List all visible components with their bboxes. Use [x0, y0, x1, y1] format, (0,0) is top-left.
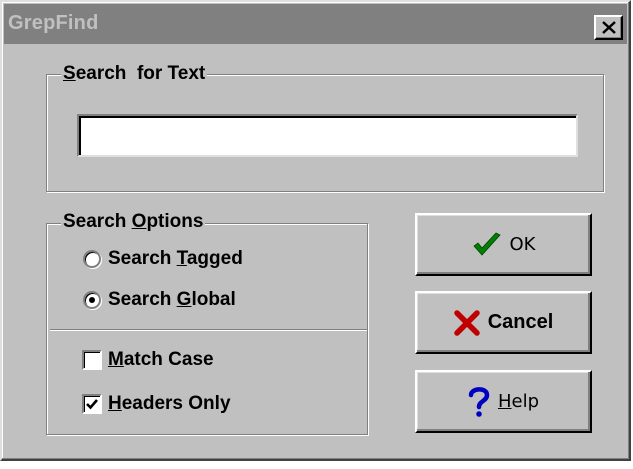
cancel-button[interactable]: Cancel — [415, 291, 592, 354]
cancel-label: Cancel — [487, 311, 554, 333]
checkbox-unchecked-icon[interactable] — [82, 350, 102, 370]
title-bar[interactable]: GrepFind — [4, 4, 627, 44]
ok-button[interactable]: OK — [415, 213, 592, 276]
search-text-legend: Search for Text — [61, 63, 208, 85]
help-label: Help — [497, 391, 540, 412]
checkbox-match-case-label: Match Case — [108, 349, 214, 370]
checkbox-checked-icon[interactable] — [82, 394, 102, 414]
close-icon — [601, 21, 616, 34]
question-mark-icon — [468, 386, 490, 418]
checkbox-headers-only[interactable]: Headers Only — [82, 393, 231, 415]
search-input[interactable] — [77, 114, 578, 157]
radio-search-global[interactable]: Search Global — [83, 289, 236, 311]
help-button[interactable]: Help — [415, 370, 592, 433]
checkmark-icon — [472, 232, 502, 258]
radio-search-tagged-label: Search Tagged — [108, 248, 243, 269]
checkbox-headers-only-label: Headers Only — [108, 393, 231, 414]
radio-search-global-label: Search Global — [108, 289, 236, 310]
search-options-legend: Search Options — [61, 211, 206, 233]
window-title: GrepFind — [8, 12, 99, 34]
ok-label: OK — [509, 234, 536, 255]
close-button[interactable] — [594, 15, 623, 40]
grepfind-dialog: GrepFind Search for Text Search Options … — [0, 0, 631, 461]
radio-search-tagged[interactable]: Search Tagged — [83, 248, 243, 270]
radio-button-icon[interactable] — [83, 250, 101, 268]
checkbox-match-case[interactable]: Match Case — [82, 349, 214, 371]
radio-button-selected-icon[interactable] — [83, 291, 101, 309]
options-divider — [50, 329, 367, 331]
red-x-icon — [453, 309, 480, 336]
